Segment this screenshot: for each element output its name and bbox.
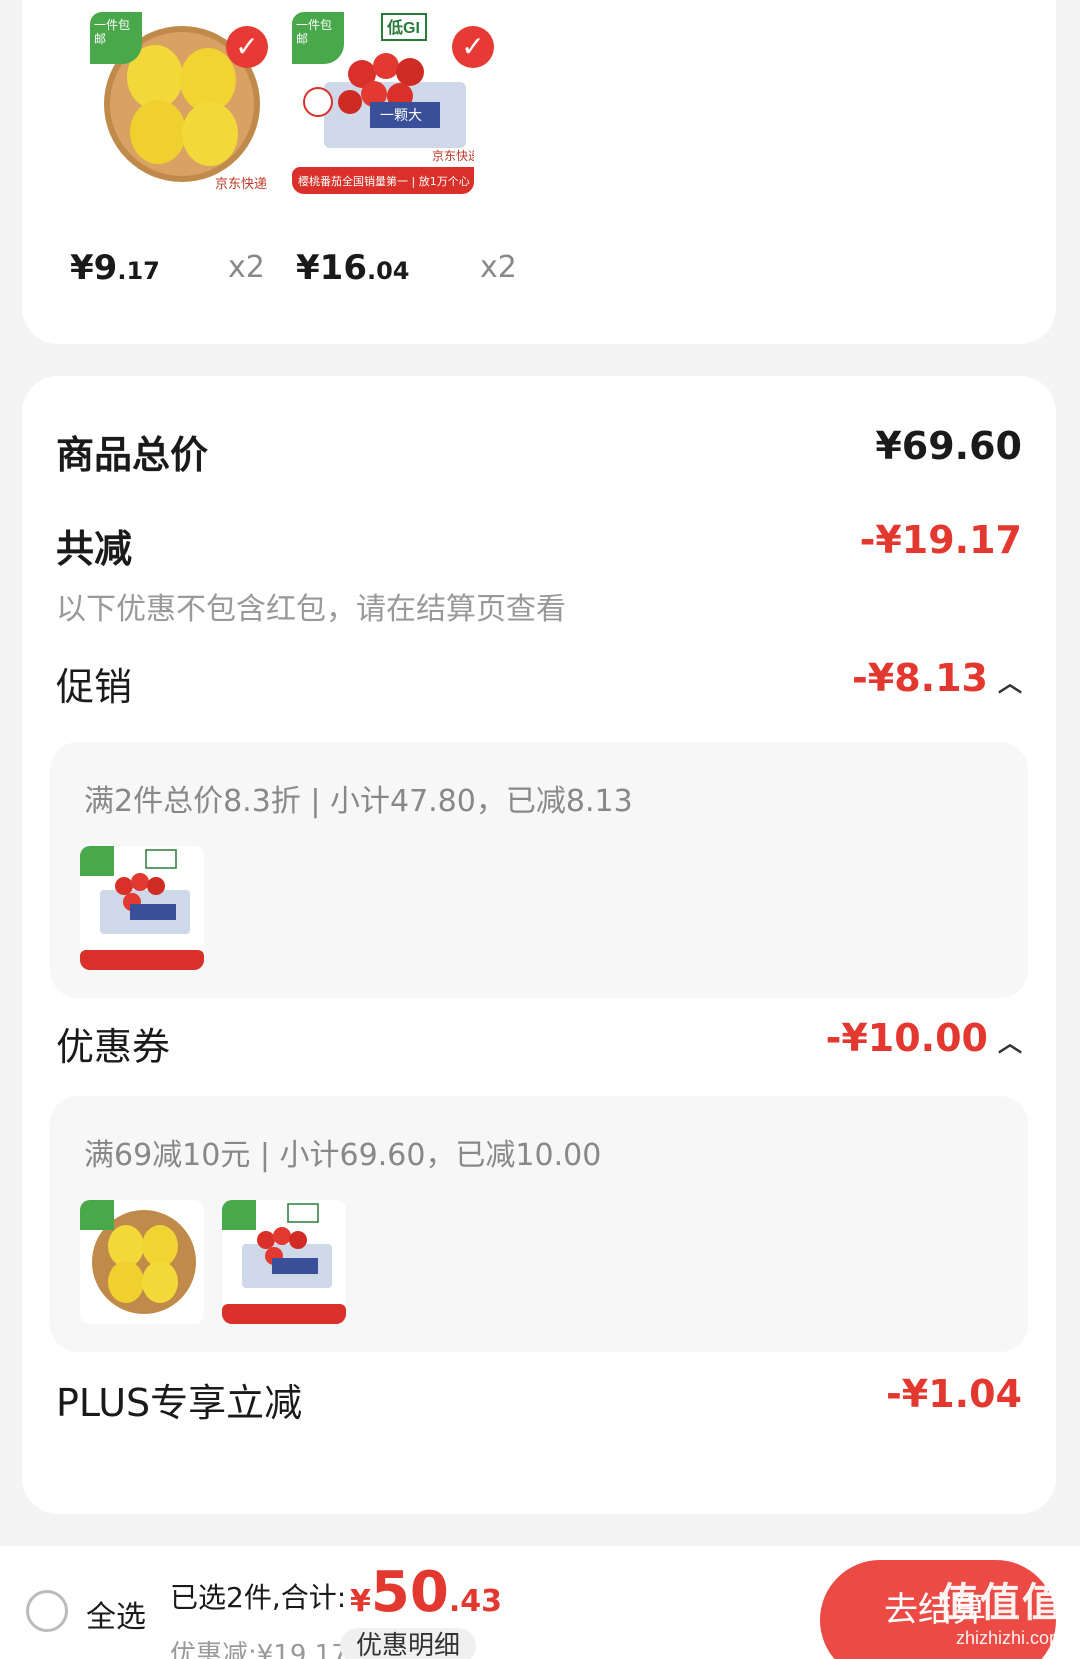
tomato-banner-text: 樱桃番茄全国销量第一 | 放1万个心 xyxy=(298,174,470,188)
jd-express-logo-text: 京东快递 xyxy=(215,176,267,191)
svg-text:京东快递: 京东快递 xyxy=(432,149,474,163)
coupon-product-thumb-lemon[interactable] xyxy=(80,1200,204,1324)
product-lemon-price: ¥9.17 xyxy=(70,248,160,288)
total-price-label: 商品总价 xyxy=(56,433,209,477)
price-main: ¥16 xyxy=(296,248,367,288)
product-tomato-image[interactable]: 低GI 一颗大 京东快递 樱桃番茄全国销量第一 | 放1万个心 一件包邮 xyxy=(292,12,474,194)
selected-total-prefix: 已选2件,合计: xyxy=(170,1581,347,1614)
coupon-detail-text: 满69减10元 | 小计69.60，已减10.00 xyxy=(84,1138,602,1173)
select-all-radio[interactable] xyxy=(26,1590,68,1632)
free-shipping-tag: 一件包邮 xyxy=(90,12,142,64)
total-price-value: ¥69.60 xyxy=(875,424,1022,468)
product-lemon-qty: x2 xyxy=(228,250,265,285)
product-tomato-price: ¥16.04 xyxy=(296,248,410,288)
tomato-thumb-graphic xyxy=(222,1200,346,1324)
chevron-up-icon: ︿ xyxy=(998,669,1022,697)
watermark-logo: 值值值 xyxy=(938,1581,1064,1625)
checkout-bar: 全选 已选2件,合计: ¥50.43 优惠减:¥19.17 优惠明细 去结算 值… xyxy=(0,1546,1080,1659)
promo-detail-panel: 满2件总价8.3折 | 小计47.80，已减8.13 xyxy=(50,742,1028,998)
total-decimal: .43 xyxy=(448,1584,502,1619)
price-summary-card: 商品总价 ¥69.60 共减 -¥19.17 以下优惠不包含红包，请在结算页查看… xyxy=(22,376,1056,1514)
total-yen: ¥ xyxy=(350,1584,371,1619)
price-main: ¥9 xyxy=(70,248,118,288)
product-tomato-qty: x2 xyxy=(480,250,517,285)
svg-text:一颗大: 一颗大 xyxy=(380,108,422,124)
coupon-product-thumb-tomato[interactable] xyxy=(222,1200,346,1324)
price-decimal: .17 xyxy=(117,257,160,285)
total-main: 50 xyxy=(370,1560,449,1625)
lemon-thumb-graphic xyxy=(80,1200,204,1324)
selected-check-icon[interactable]: ✓ xyxy=(452,26,494,68)
promo-product-thumb[interactable] xyxy=(80,846,204,970)
promo-value: -¥8.13 xyxy=(852,656,988,700)
price-decimal: .04 xyxy=(366,257,410,285)
svg-text:低GI: 低GI xyxy=(386,18,420,37)
select-all-label[interactable]: 全选 xyxy=(86,1592,146,1636)
reduced-amount: 优惠减:¥19.17 xyxy=(170,1640,348,1659)
watermark: 值值值 zhizhizhi.com xyxy=(938,1570,1064,1649)
coupon-detail-panel: 满69减10元 | 小计69.60，已减10.00 xyxy=(50,1096,1028,1352)
total-discount-label: 共减 xyxy=(56,527,133,571)
cart-products-card: 京东快递 一件包邮 ✓ ¥9.17 x2 低GI 一颗大 京东快 樱桃番茄全国销… xyxy=(22,0,1056,344)
plus-discount-value: -¥1.04 xyxy=(886,1372,1022,1416)
tomato-thumb-graphic xyxy=(80,846,204,970)
free-shipping-tag: 一件包邮 xyxy=(292,12,344,64)
coupon-toggle[interactable]: -¥10.00 ︿ xyxy=(826,1016,1022,1060)
watermark-url: zhizhizhi.com xyxy=(955,1628,1064,1648)
promo-detail-text: 满2件总价8.3折 | 小计47.80，已减8.13 xyxy=(84,784,633,819)
discount-note: 以下优惠不包含红包，请在结算页查看 xyxy=(56,592,566,627)
coupon-value: -¥10.00 xyxy=(825,1016,988,1060)
plus-discount-label: PLUS专享立减 xyxy=(56,1381,303,1425)
coupon-label: 优惠券 xyxy=(56,1025,171,1069)
promo-label: 促销 xyxy=(56,665,133,709)
total-amount: ¥50.43 xyxy=(350,1560,502,1625)
chevron-up-icon: ︿ xyxy=(998,1029,1022,1057)
selected-check-icon[interactable]: ✓ xyxy=(226,26,268,68)
total-discount-value: -¥19.17 xyxy=(859,518,1022,562)
promo-toggle[interactable]: -¥8.13 ︿ xyxy=(852,656,1022,700)
discount-detail-button[interactable]: 优惠明细 xyxy=(340,1628,477,1659)
